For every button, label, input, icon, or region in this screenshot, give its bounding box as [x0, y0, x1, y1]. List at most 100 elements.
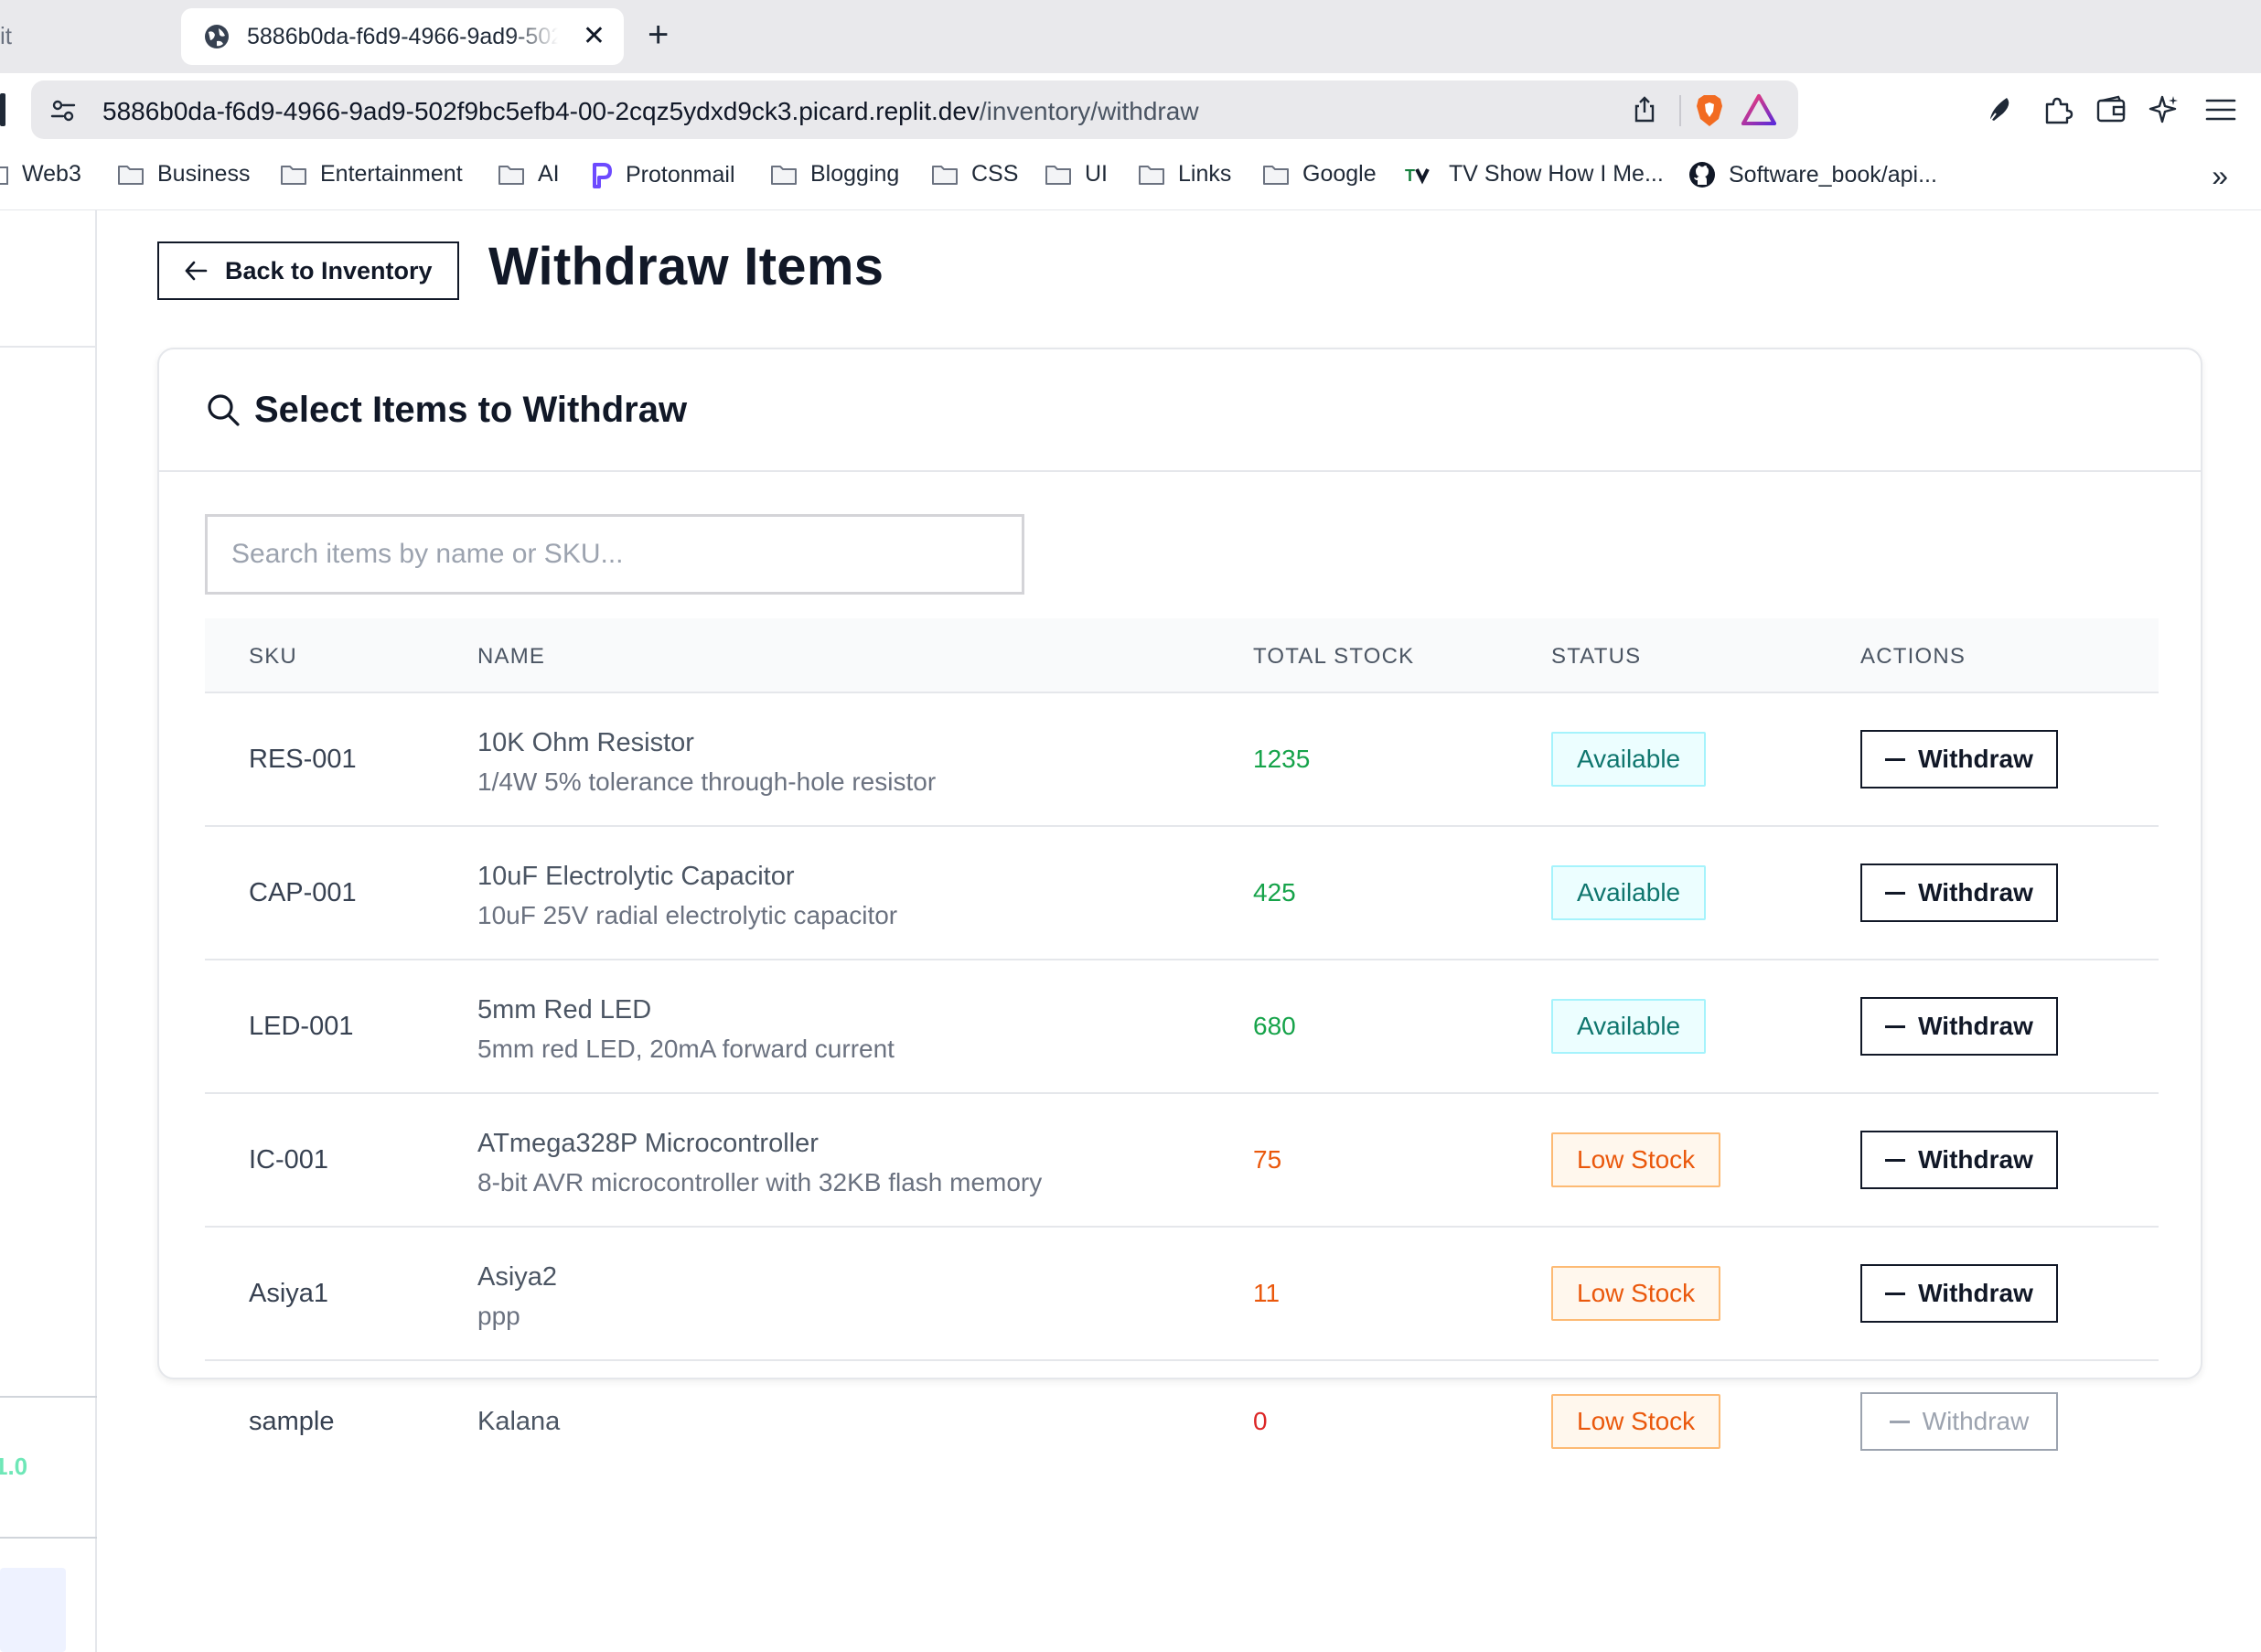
- sidebar-footer-box[interactable]: [0, 1568, 66, 1652]
- extensions-puzzle-icon[interactable]: [2041, 93, 2074, 126]
- bookmark-business[interactable]: Business: [117, 161, 250, 188]
- withdraw-card: Select Items to Withdraw SKU NAME TOTAL …: [157, 348, 2202, 1451]
- row-sku: IC-001: [249, 1145, 329, 1175]
- items-table: SKU NAME TOTAL STOCK STATUS ACTIONS RES-…: [205, 618, 2159, 1486]
- row-item-name: 5mm Red LED: [477, 995, 652, 1024]
- sidebar-toggle-edge[interactable]: [0, 93, 5, 126]
- row-item-name: Kalana: [477, 1407, 561, 1436]
- table-row: CAP-001 10uF Electrolytic Capacitor 10uF…: [205, 827, 2159, 960]
- bookmark-label: Software_book/api...: [1729, 161, 1937, 188]
- address-bar[interactable]: 5886b0da-f6d9-4966-9ad9-502f9bc5efb4-00-…: [31, 80, 1798, 139]
- folder-icon: [498, 165, 524, 185]
- bookmark-software-book[interactable]: Software_book/api...: [1688, 161, 1937, 188]
- app-sidebar: 1.0: [0, 210, 97, 1652]
- withdraw-button[interactable]: Withdraw: [1860, 1264, 2058, 1323]
- withdraw-button-label: Withdraw: [1918, 745, 2033, 773]
- wallet-icon[interactable]: [2095, 93, 2127, 126]
- row-sku: RES-001: [249, 745, 357, 774]
- bookmark-label: Business: [157, 161, 251, 187]
- folder-icon: [1045, 165, 1071, 185]
- arrow-left-icon: [185, 261, 208, 281]
- withdraw-button-label: Withdraw: [1918, 1012, 2033, 1040]
- row-name-cell: 10K Ohm Resistor 1/4W 5% tolerance throu…: [477, 728, 936, 797]
- column-header-name: NAME: [477, 644, 546, 669]
- minus-icon: [1885, 1024, 1906, 1028]
- row-total-stock: 75: [1253, 1145, 1282, 1174]
- bookmark-links[interactable]: Links: [1138, 161, 1231, 188]
- row-name-cell: Asiya2 ppp: [477, 1262, 557, 1331]
- sidebar-divider: [0, 1396, 97, 1398]
- back-to-inventory-button[interactable]: Back to Inventory: [157, 241, 459, 300]
- row-item-description: 1/4W 5% tolerance through-hole resistor: [477, 767, 937, 796]
- bookmarks-bar: Web3 Business Entertainment AI Protonmai…: [0, 146, 2261, 210]
- sidebar-divider: [0, 346, 97, 348]
- withdraw-button-label: Withdraw: [1918, 1145, 2033, 1174]
- active-tab[interactable]: 5886b0da-f6d9-4966-9ad9-502f9bc5efb4 ✕: [181, 8, 624, 65]
- url-path: /inventory/withdraw: [979, 97, 1199, 125]
- row-name-cell: 10uF Electrolytic Capacitor 10uF 25V rad…: [477, 862, 897, 930]
- folder-icon: [771, 165, 797, 185]
- withdraw-button[interactable]: Withdraw: [1860, 997, 2058, 1056]
- bookmark-label: Links: [1178, 161, 1232, 187]
- new-tab-plus-icon[interactable]: +: [648, 16, 669, 53]
- withdraw-button[interactable]: Withdraw: [1860, 1131, 2058, 1189]
- row-item-name: ATmega328P Microcontroller: [477, 1129, 819, 1158]
- bookmark-ui[interactable]: UI: [1045, 161, 1108, 188]
- close-tab-icon[interactable]: ✕: [583, 23, 605, 50]
- protonmail-icon: [593, 163, 612, 188]
- table-row: sample Kalana 0 Low Stock Withdraw: [205, 1361, 2159, 1486]
- share-icon[interactable]: [1630, 95, 1659, 124]
- bookmark-blogging[interactable]: Blogging: [770, 161, 899, 188]
- column-header-actions: ACTIONS: [1860, 644, 1966, 669]
- folder-icon: [932, 165, 958, 185]
- leo-feather-icon[interactable]: [1983, 93, 2016, 126]
- sidebar-divider: [0, 1537, 97, 1539]
- card-header: Select Items to Withdraw: [159, 349, 2201, 472]
- more-bookmarks-chevron-icon[interactable]: »: [2212, 159, 2228, 193]
- brave-shields-icon[interactable]: [1694, 93, 1725, 128]
- bookmark-label: CSS: [971, 161, 1019, 187]
- urlbar-separator: [1679, 95, 1681, 126]
- table-row: LED-001 5mm Red LED 5mm red LED, 20mA fo…: [205, 960, 2159, 1094]
- bookmark-entertainment[interactable]: Entertainment: [280, 161, 463, 188]
- minus-icon: [1889, 1420, 1910, 1423]
- active-tab-title: 5886b0da-f6d9-4966-9ad9-502f9bc5efb4: [247, 23, 558, 49]
- github-icon: [1689, 162, 1715, 188]
- row-total-stock: 425: [1253, 878, 1296, 906]
- sidebar-version: 1.0: [0, 1453, 28, 1480]
- bookmark-css[interactable]: CSS: [931, 161, 1018, 188]
- row-item-description: ppp: [477, 1302, 520, 1330]
- menu-hamburger-icon[interactable]: [2204, 93, 2237, 126]
- withdraw-button[interactable]: Withdraw: [1860, 730, 2058, 788]
- folder-icon: [1139, 165, 1164, 185]
- back-button-label: Back to Inventory: [225, 256, 433, 284]
- leo-ai-sparkle-icon[interactable]: [2148, 93, 2181, 126]
- folder-icon: [0, 166, 8, 185]
- search-input[interactable]: [205, 514, 1024, 595]
- tv-time-icon: T: [1405, 166, 1430, 185]
- column-header-total-stock: TOTAL STOCK: [1253, 644, 1415, 669]
- globe-icon: [205, 25, 229, 48]
- row-item-name: 10uF Electrolytic Capacitor: [477, 862, 795, 891]
- brave-rewards-icon[interactable]: [1741, 93, 1776, 126]
- bookmark-web3[interactable]: Web3: [0, 161, 81, 188]
- site-settings-icon[interactable]: [49, 97, 77, 124]
- bookmark-ai[interactable]: AI: [498, 161, 560, 188]
- previous-tab-fragment[interactable]: it: [0, 22, 12, 50]
- minus-icon: [1885, 891, 1906, 895]
- bookmark-label: AI: [538, 161, 560, 187]
- table-row: IC-001 ATmega328P Microcontroller 8-bit …: [205, 1094, 2159, 1228]
- bookmark-tv-show[interactable]: T TV Show How I Me...: [1405, 161, 1664, 188]
- bookmark-google[interactable]: Google: [1262, 161, 1377, 188]
- minus-icon: [1885, 1158, 1906, 1162]
- withdraw-button-label: Withdraw: [1918, 878, 2033, 906]
- row-name-cell: Kalana: [477, 1407, 560, 1437]
- card-title: Select Items to Withdraw: [254, 390, 688, 430]
- bookmark-protonmail[interactable]: Protonmail: [591, 161, 735, 188]
- withdraw-button[interactable]: Withdraw: [1860, 864, 2058, 922]
- status-badge: Low Stock: [1551, 1394, 1721, 1449]
- folder-icon: [1263, 165, 1289, 185]
- browser-tab-bar: it 5886b0da-f6d9-4966-9ad9-502f9bc5efb4 …: [0, 0, 2261, 73]
- search-icon: [208, 394, 240, 426]
- table-row: RES-001 10K Ohm Resistor 1/4W 5% toleran…: [205, 693, 2159, 827]
